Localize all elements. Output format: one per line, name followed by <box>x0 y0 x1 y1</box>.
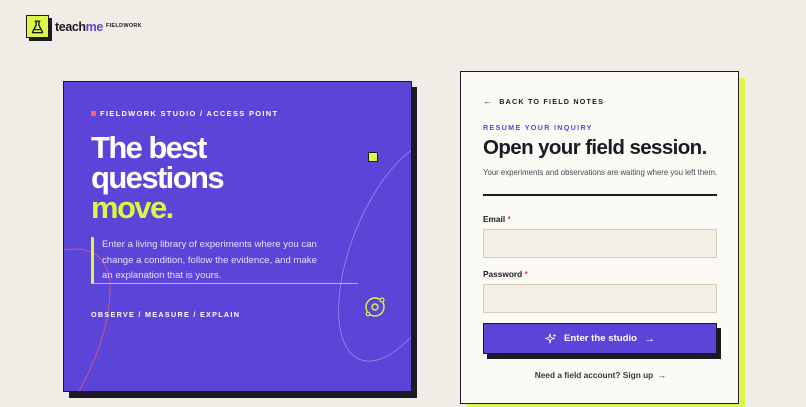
hero-panel: FIELDWORK STUDIO / ACCESS POINT The best… <box>63 81 412 392</box>
arrow-left-icon: ← <box>483 96 494 106</box>
email-field[interactable] <box>483 229 717 258</box>
status-dot <box>91 111 96 116</box>
email-label: Email * <box>483 214 511 224</box>
flask-icon <box>26 15 49 38</box>
hero-eyebrow: FIELDWORK STUDIO / ACCESS POINT <box>91 109 278 118</box>
back-link[interactable]: ← BACK TO FIELD NOTES <box>483 96 604 106</box>
accent-square <box>368 152 378 162</box>
required-marker: * <box>507 214 511 224</box>
arrow-right-icon: → <box>657 370 667 380</box>
brand-logo[interactable]: teachme FIELDWORK <box>26 15 142 38</box>
brand-subtitle: FIELDWORK <box>105 22 142 29</box>
form-subtitle: Your experiments and observations are wa… <box>483 168 718 177</box>
divider <box>483 194 717 196</box>
hero-footer: OBSERVE / MEASURE / EXPLAIN <box>91 310 241 319</box>
login-card: ← BACK TO FIELD NOTES RESUME YOUR INQUIR… <box>460 71 739 404</box>
required-marker: * <box>524 269 528 279</box>
sparkles-icon <box>545 333 557 345</box>
password-field[interactable] <box>483 284 717 313</box>
signup-link[interactable]: Need a field account? Sign up → <box>461 370 740 380</box>
brand-name: teachme <box>55 19 103 34</box>
form-eyebrow: RESUME YOUR INQUIRY <box>483 123 593 132</box>
enter-studio-button[interactable]: Enter the studio → <box>483 323 717 354</box>
orbit-icon <box>365 297 385 317</box>
hero-description: Enter a living library of experiments wh… <box>91 237 358 284</box>
form-title: Open your field session. <box>483 136 707 159</box>
hero-title: The best questions move. <box>91 130 225 225</box>
password-label: Password * <box>483 269 528 279</box>
arrow-right-icon: → <box>644 332 656 345</box>
